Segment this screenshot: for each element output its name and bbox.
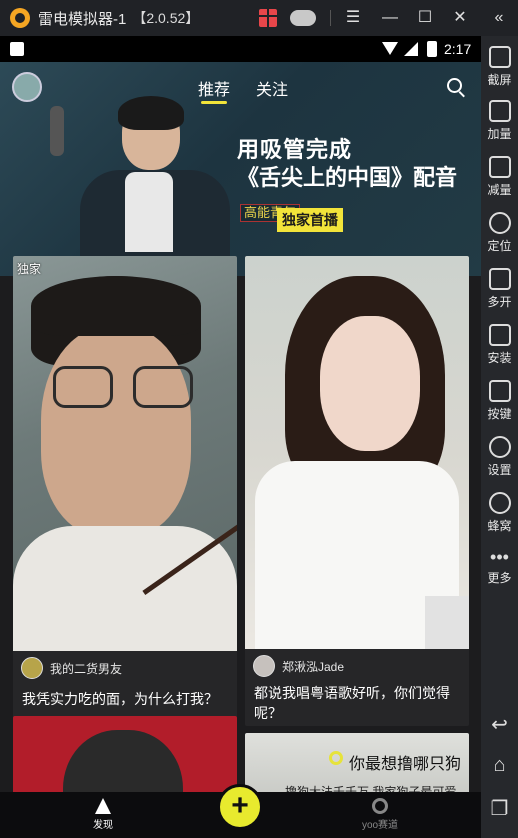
banner-title-line2: 《舌尖上的中国》配音 bbox=[237, 165, 458, 190]
video-thumbnail: 独家 bbox=[13, 256, 237, 651]
author-name[interactable]: 我的二货男友 bbox=[50, 660, 122, 677]
add-video-button[interactable]: + bbox=[217, 784, 263, 830]
wifi-icon bbox=[382, 42, 398, 55]
collapse-sidebar-button[interactable]: « bbox=[487, 6, 511, 30]
toolbar-volume-down-label: 减量 bbox=[487, 183, 512, 197]
exclusive-badge: 独家 bbox=[17, 262, 42, 276]
notification-icon bbox=[10, 42, 24, 56]
user-avatar[interactable] bbox=[12, 72, 42, 102]
close-button[interactable]: ✕ bbox=[448, 6, 472, 30]
gear-icon bbox=[488, 436, 511, 458]
toolbar-nest-label: 蜂窝 bbox=[487, 519, 512, 533]
author-name[interactable]: 郑湫泓Jade bbox=[282, 658, 344, 675]
titlebar-divider bbox=[330, 10, 331, 26]
toolbar-install-apk[interactable]: 安装 bbox=[481, 324, 518, 366]
keyboard-icon bbox=[488, 380, 511, 402]
thumb-keyboard bbox=[425, 596, 469, 649]
bee-icon bbox=[488, 492, 511, 514]
video-caption: 都说我唱粤语歌好听，你们觉得呢？ bbox=[254, 685, 450, 721]
search-icon-handle bbox=[458, 91, 465, 98]
toolbar-more-label: 更多 bbox=[487, 571, 512, 585]
more-dots-icon: ••• bbox=[490, 547, 509, 567]
emulator-logo-icon bbox=[10, 8, 30, 28]
video-thumbnail bbox=[245, 256, 469, 649]
thumb-person-face bbox=[320, 316, 420, 451]
minimize-button[interactable]: — bbox=[378, 6, 402, 30]
video-caption: 我凭实力吃的面，为什么打我？ bbox=[22, 691, 218, 707]
toolbar-install-label: 安装 bbox=[487, 351, 512, 365]
tab-following[interactable]: 关注 bbox=[256, 76, 288, 102]
author-row[interactable]: 我的二货男友 bbox=[21, 657, 122, 679]
nav-discover-label: 发现 bbox=[93, 820, 113, 831]
emulator-window: 雷电模拟器-1 【2.0.52】 ☰ — ☐ ✕ « 2:17 用吸管完成 《舌… bbox=[0, 0, 518, 838]
maximize-button[interactable]: ☐ bbox=[413, 6, 437, 30]
gift-icon[interactable] bbox=[259, 9, 277, 27]
apk-icon bbox=[488, 324, 511, 346]
toolbar-settings-label: 设置 bbox=[487, 463, 512, 477]
author-avatar[interactable] bbox=[253, 655, 275, 677]
signal-icon bbox=[404, 42, 418, 56]
video-card[interactable]: 独家 我的二货男友 我凭实力吃的面，为什么打我？ bbox=[13, 256, 237, 744]
multi-window-icon bbox=[488, 268, 511, 290]
nav-discover[interactable]: 发现 bbox=[88, 798, 118, 831]
thumb-glasses-left bbox=[53, 366, 113, 408]
toolbar-keys-label: 按键 bbox=[487, 407, 512, 421]
search-icon[interactable] bbox=[447, 78, 467, 98]
toolbar-volume-down[interactable]: 减量 bbox=[481, 156, 518, 198]
toolbar-location-label: 定位 bbox=[487, 239, 512, 253]
phone-screen: 2:17 用吸管完成 《舌尖上的中国》配音 高能青年 独家首播 推荐 关注 独家… bbox=[0, 36, 481, 838]
clock: 2:17 bbox=[444, 41, 472, 57]
toolbar-settings[interactable]: 设置 bbox=[481, 436, 518, 478]
gamepad-icon[interactable] bbox=[290, 10, 316, 26]
battery-icon bbox=[427, 41, 437, 57]
thumb-glasses-right bbox=[133, 366, 193, 408]
banner-image bbox=[50, 92, 230, 276]
tab-recommend[interactable]: 推荐 bbox=[198, 76, 230, 104]
android-back-button[interactable]: ↩ bbox=[481, 712, 518, 737]
author-row[interactable]: 郑湫泓Jade bbox=[253, 655, 344, 677]
author-avatar[interactable] bbox=[21, 657, 43, 679]
android-recents-button[interactable]: ❐ bbox=[481, 796, 518, 821]
toolbar-volume-up-label: 加量 bbox=[487, 127, 512, 141]
banner-exclusive-label: 独家首播 bbox=[277, 208, 343, 232]
toolbar-location[interactable]: 定位 bbox=[481, 212, 518, 254]
toolbar-volume-up[interactable]: 加量 bbox=[481, 100, 518, 142]
thumb-person-shirt bbox=[13, 526, 237, 651]
discover-icon bbox=[95, 798, 111, 814]
toolbar-multi-instance[interactable]: 多开 bbox=[481, 268, 518, 310]
video-card[interactable]: 郑湫泓Jade 都说我唱粤语歌好听，你们觉得呢？ bbox=[245, 256, 469, 726]
yoo-logo-icon bbox=[329, 751, 343, 765]
promo-title: 你最想撸哪只狗 bbox=[349, 756, 462, 773]
banner-person-shirt bbox=[125, 172, 173, 252]
toolbar-screenshot[interactable]: 截屏 bbox=[481, 46, 518, 88]
android-home-button[interactable]: ⌂ bbox=[481, 754, 518, 777]
microphone-image bbox=[50, 106, 64, 156]
android-status-bar: 2:17 bbox=[0, 36, 481, 62]
toolbar-multi-label: 多开 bbox=[487, 295, 512, 309]
scissors-icon bbox=[488, 46, 511, 68]
toolbar-keymap[interactable]: 按键 bbox=[481, 380, 518, 422]
volume-up-icon bbox=[488, 100, 511, 122]
nav-yoo-label: yoo赛道 bbox=[361, 820, 399, 831]
version-label: 【2.0.52】 bbox=[132, 10, 200, 26]
thumb-person-fringe bbox=[31, 276, 201, 336]
toolbar-nest[interactable]: 蜂窝 bbox=[481, 492, 518, 534]
nav-yoo-track[interactable]: yoo赛道 bbox=[360, 798, 400, 831]
bottom-navigation: 发现 + yoo赛道 bbox=[0, 784, 481, 838]
thumb-person-face bbox=[41, 326, 191, 536]
feed-tabs: 推荐 关注 bbox=[198, 76, 288, 104]
location-pin-icon bbox=[488, 212, 511, 234]
window-title: 雷电模拟器-1 bbox=[38, 10, 127, 28]
toolbar-more[interactable]: ••• 更多 bbox=[481, 547, 518, 586]
emulator-toolbar: 截屏 加量 减量 定位 多开 安装 按键 设置 蜂窝 ••• 更多 ↩ ⌂ ❐ bbox=[481, 36, 518, 838]
banner-person-hair bbox=[118, 96, 184, 130]
toolbar-screenshot-label: 截屏 bbox=[487, 73, 512, 87]
emulator-titlebar: 雷电模拟器-1 【2.0.52】 ☰ — ☐ ✕ « bbox=[0, 0, 518, 36]
menu-button[interactable]: ☰ bbox=[341, 6, 365, 30]
volume-down-icon bbox=[488, 156, 511, 178]
yoo-icon bbox=[372, 798, 388, 814]
